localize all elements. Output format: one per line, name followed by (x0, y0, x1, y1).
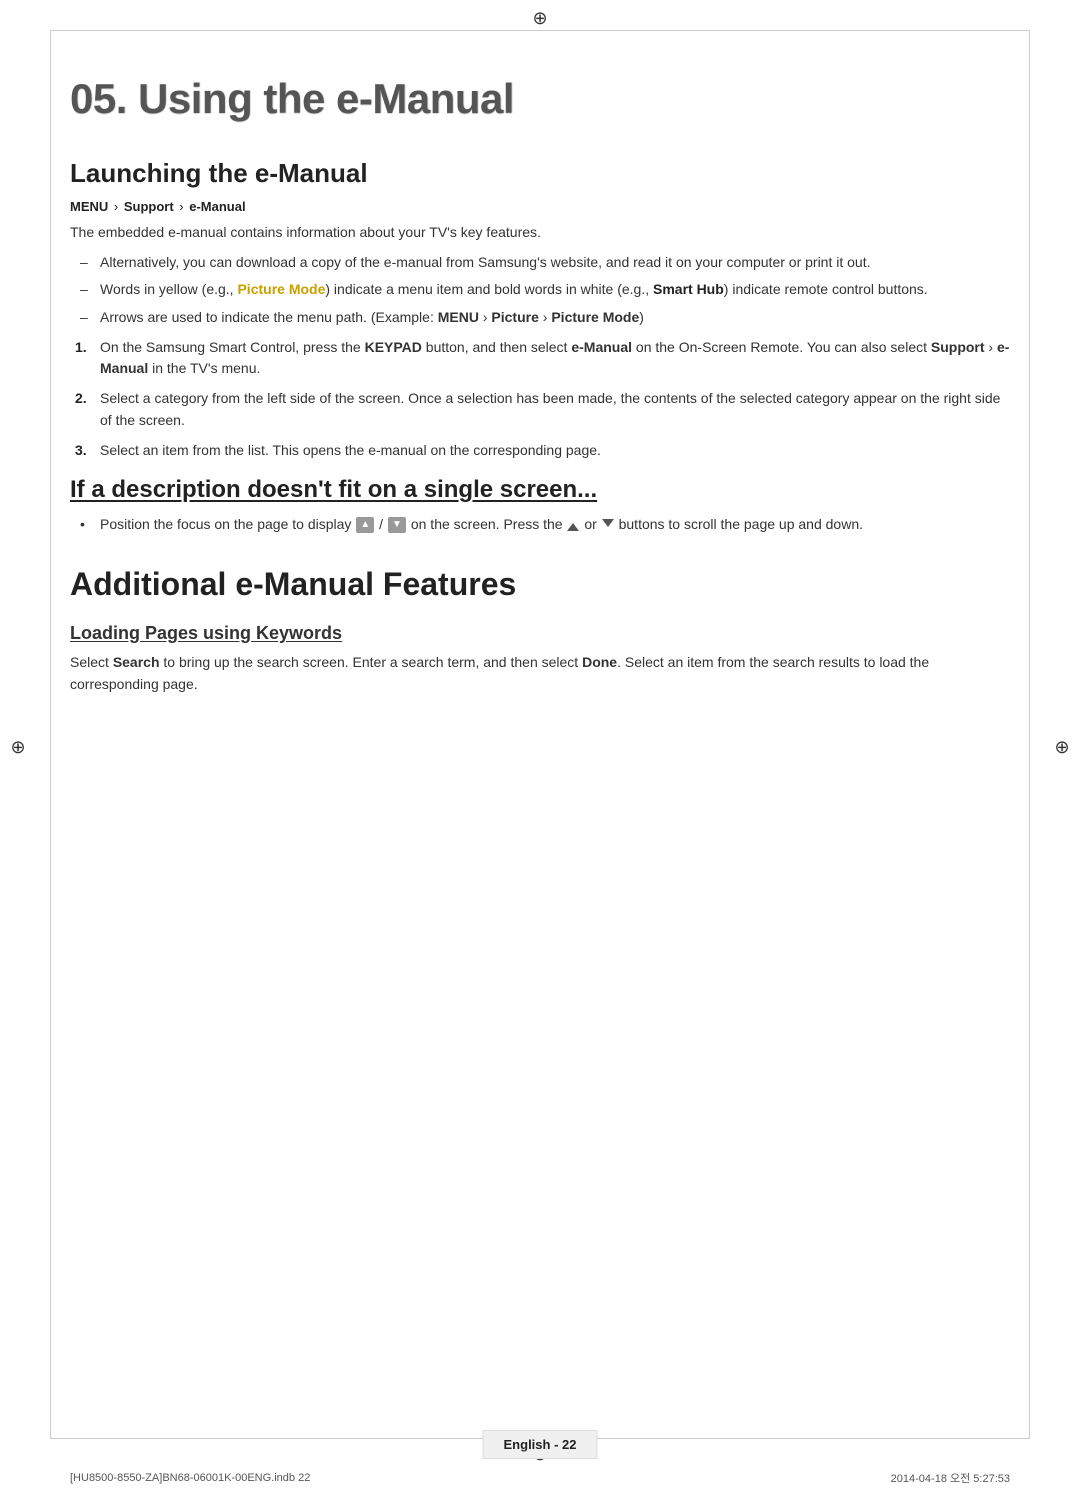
border-top (50, 30, 1030, 31)
section-heading-fit: If a description doesn't fit on a single… (70, 476, 1010, 504)
content-area: 05. Using the e-Manual Launching the e-M… (70, 45, 1010, 1424)
menu-item-menu: MENU (70, 199, 108, 214)
menu-path: MENU › Support › e-Manual (70, 199, 1010, 214)
down-page-icon: ▼ (388, 517, 406, 533)
section-heading-additional: Additional e-Manual Features (70, 566, 1010, 603)
bullet-item-2: Words in yellow (e.g., Picture Mode) ind… (80, 279, 1010, 301)
bullet-item-3: Arrows are used to indicate the menu pat… (80, 307, 1010, 329)
reg-mark-left: ⊕ (8, 737, 28, 757)
numbered-item-1: 1. On the Samsung Smart Control, press t… (75, 337, 1010, 380)
numbered-list-launching: 1. On the Samsung Smart Control, press t… (75, 337, 1010, 461)
intro-text: The embedded e-manual contains informati… (70, 222, 1010, 244)
chapter-title: 05. Using the e-Manual (70, 75, 1010, 123)
subsection-heading-loading: Loading Pages using Keywords (70, 623, 1010, 644)
bullet-text-3: Arrows are used to indicate the menu pat… (100, 309, 644, 325)
smart-hub-text: Smart Hub (653, 281, 724, 297)
bullet-text-1: Alternatively, you can download a copy o… (100, 254, 871, 270)
numbered-item-2: 2. Select a category from the left side … (75, 388, 1010, 431)
reg-mark-top: ⊕ (530, 8, 550, 28)
num-1: 1. (75, 337, 87, 359)
border-right (1029, 30, 1030, 1439)
num-3: 3. (75, 440, 87, 462)
bullet-list-fit: Position the focus on the page to displa… (80, 514, 1010, 536)
footer: [HU8500-8550-ZA]BN68-06001K-00ENG.indb 2… (0, 1470, 1080, 1486)
down-arrow-icon (602, 519, 614, 531)
subsection-loading-body: Select Search to bring up the search scr… (70, 652, 1010, 695)
picture-mode-text: Picture Mode (237, 281, 325, 297)
menu-item-support: Support (124, 199, 174, 214)
bullet-item-1: Alternatively, you can download a copy o… (80, 252, 1010, 274)
page: ⊕ ⊕ ⊕ ⊕ 05. Using the e-Manual Launching… (0, 0, 1080, 1494)
footer-date-info: 2014-04-18 오전 5:27:53 (891, 1470, 1010, 1486)
page-number-box: English - 22 (483, 1430, 598, 1459)
footer-file-info: [HU8500-8550-ZA]BN68-06001K-00ENG.indb 2… (70, 1472, 310, 1484)
arrow-2: › (176, 199, 188, 214)
up-arrow-icon (567, 519, 579, 531)
numbered-text-3: Select an item from the list. This opens… (100, 442, 601, 458)
page-label: English - 22 (504, 1437, 577, 1452)
arrow-1: › (110, 199, 122, 214)
menu-item-emanual: e-Manual (189, 199, 245, 214)
bullet-text-2: Words in yellow (e.g., Picture Mode) ind… (100, 281, 928, 297)
bullet-fit-text: Position the focus on the page to displa… (100, 516, 863, 532)
numbered-item-3: 3. Select an item from the list. This op… (75, 440, 1010, 462)
numbered-text-1: On the Samsung Smart Control, press the … (100, 339, 1009, 377)
num-2: 2. (75, 388, 87, 410)
up-page-icon: ▲ (356, 517, 374, 533)
border-left (50, 30, 51, 1439)
bullet-fit-item: Position the focus on the page to displa… (80, 514, 1010, 536)
bullet-list-launching: Alternatively, you can download a copy o… (80, 252, 1010, 329)
section-heading-launching: Launching the e-Manual (70, 158, 1010, 189)
reg-mark-right: ⊕ (1052, 737, 1072, 757)
numbered-text-2: Select a category from the left side of … (100, 390, 1000, 428)
